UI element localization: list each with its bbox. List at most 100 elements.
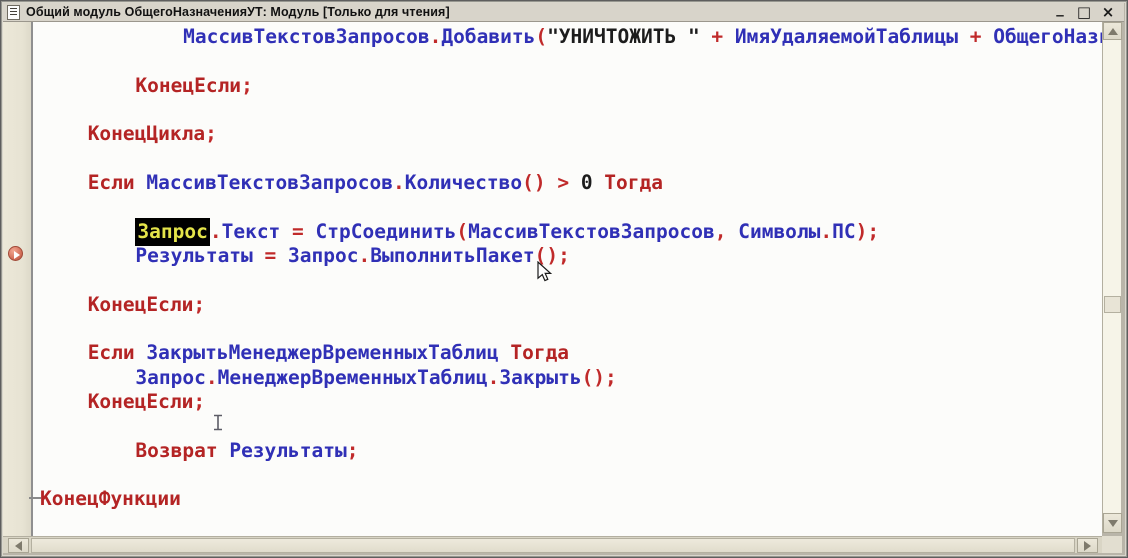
code-token: . [210,220,222,243]
horizontal-scrollbar[interactable] [3,536,1102,553]
code-editor[interactable]: МассивТекстовЗапросов.Добавить("УНИЧТОЖИ… [33,22,1102,536]
code-token: ОбщегоНазна [993,25,1102,48]
code-token: КонецЕсли [88,390,194,413]
code-token: Символы [738,220,820,243]
code-line [33,414,1102,438]
code-token: ; [205,122,217,145]
code-token: . [358,244,370,267]
code-token: ЗакрытьМенеджерВременныхТаблиц [146,341,498,364]
code-token: 0 [581,171,593,194]
code-line [33,98,1102,122]
code-token: "УНИЧТОЖИТЬ " [547,25,700,48]
text-ibeam-cursor [211,414,225,431]
triangle-right-icon [1084,541,1091,551]
vertical-scroll-track[interactable] [1103,40,1122,513]
window-title: Общий модуль ОбщегоНазначенияУТ: Модуль … [26,5,450,19]
scroll-right-button[interactable] [1077,538,1098,553]
code-line: КонецЕсли; [33,390,1102,414]
code-token: Если [88,171,135,194]
code-token: . [393,171,405,194]
code-token: КонецЕсли [135,74,241,97]
horizontal-scroll-track[interactable] [30,538,1076,553]
maximize-button[interactable]: □ [1076,4,1092,20]
code-token [135,171,147,194]
code-line: Запрос.МенеджерВременныхТаблиц.Закрыть()… [33,366,1102,390]
code-token: СтрСоединить [316,220,457,243]
code-token: + [958,25,993,48]
code-token: КонецЦикла [88,122,205,145]
code-token: . [488,366,500,389]
scroll-down-button[interactable] [1103,513,1122,533]
code-token: МассивТекстовЗапросов [468,220,715,243]
window-controls: _ □ × [1052,4,1124,20]
module-editor-window: Общий модуль ОбщегоНазначенияУТ: Модуль … [0,0,1128,558]
code-line: Если ЗакрытьМенеджерВременныхТаблиц Тогд… [33,341,1102,365]
code-line [33,268,1102,292]
vertical-scrollbar[interactable] [1102,22,1121,533]
scroll-up-button[interactable] [1103,22,1122,40]
code-token: . [430,25,442,48]
code-token: Тогда [593,171,663,194]
code-line [33,147,1102,171]
code-token: Если [88,341,135,364]
code-token: () > [522,171,581,194]
code-line: Если МассивТекстовЗапросов.Количество() … [33,171,1102,195]
code-token: ВыполнитьПакет [370,244,534,267]
code-token: = [280,220,315,243]
fold-marker[interactable] [29,497,41,499]
horizontal-scroll-thumb[interactable] [31,538,1075,553]
code-token: Текст [222,220,281,243]
code-line: КонецЕсли; [33,74,1102,98]
code-token: ; [241,74,253,97]
maximize-icon: □ [1077,3,1091,21]
code-token: КонецЕсли [88,293,194,316]
code-token: = [253,244,288,267]
code-line: Результаты = Запрос.ВыполнитьПакет(); [33,244,1102,268]
code-line: КонецФункции [33,487,1102,511]
code-token: МенеджерВременныхТаблиц [218,366,488,389]
code-line: Запрос.Текст = СтрСоединить(МассивТексто… [33,220,1102,244]
triangle-up-icon [1108,28,1118,35]
scrollbar-corner [1102,536,1122,553]
scroll-left-button[interactable] [8,538,29,553]
code-token: ( [456,220,468,243]
code-token: ; [347,439,359,462]
code-line: МассивТекстовЗапросов.Добавить("УНИЧТОЖИ… [33,25,1102,49]
code-token: Закрыть [499,366,581,389]
code-token: ; [193,293,205,316]
code-line [33,49,1102,73]
code-token: . [820,220,832,243]
code-token: ИмяУдаляемойТаблицы [735,25,958,48]
code-token [218,439,230,462]
close-button[interactable]: × [1100,4,1116,20]
module-icon [7,5,20,20]
close-icon: × [1102,3,1115,21]
code-token: Количество [405,171,522,194]
editor-gutter[interactable] [3,22,31,536]
triangle-left-icon [15,541,22,551]
code-token [135,341,147,364]
code-token [726,220,738,243]
code-token: Тогда [499,341,569,364]
code-line [33,463,1102,487]
code-token: + [700,25,735,48]
code-line: КонецЕсли; [33,293,1102,317]
code-token: . [206,366,218,389]
vertical-scroll-thumb[interactable] [1104,296,1121,313]
minimize-icon: _ [1056,0,1064,17]
mouse-arrow-cursor [537,261,553,283]
code-token: Результаты [229,439,346,462]
minimize-button[interactable]: _ [1052,4,1068,20]
code-token: ПС [832,220,855,243]
code-token: Результаты [135,244,252,267]
code-token: КонецФункции [40,487,181,510]
code-token: Добавить [441,25,535,48]
title-bar[interactable]: Общий модуль ОбщегоНазначенияУТ: Модуль … [3,3,1124,22]
triangle-down-icon [1108,520,1118,527]
code-line: КонецЦикла; [33,122,1102,146]
current-position-marker-icon [8,246,23,261]
code-token: Возврат [135,439,217,462]
code-line [33,195,1102,219]
code-token: , [715,220,727,243]
code-token: Запрос [135,366,205,389]
